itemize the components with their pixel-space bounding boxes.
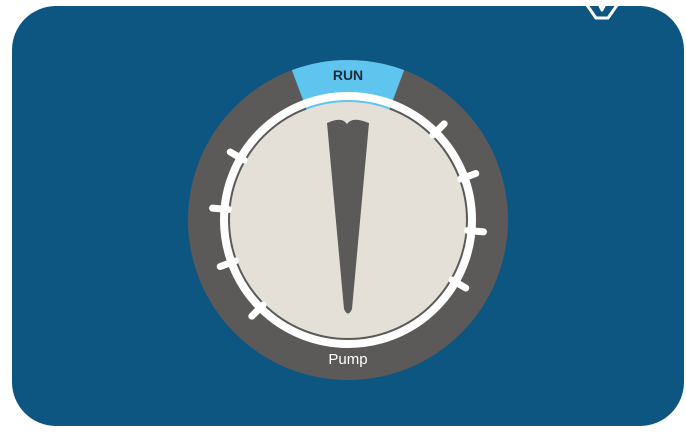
tick-mark — [464, 226, 487, 236]
screen: RUN Pump — [0, 0, 686, 432]
tick-mark — [209, 204, 232, 214]
pump-dial[interactable]: RUN Pump — [0, 0, 686, 432]
dial-name-label: Pump — [328, 351, 367, 368]
mode-label-run: RUN — [333, 67, 363, 83]
